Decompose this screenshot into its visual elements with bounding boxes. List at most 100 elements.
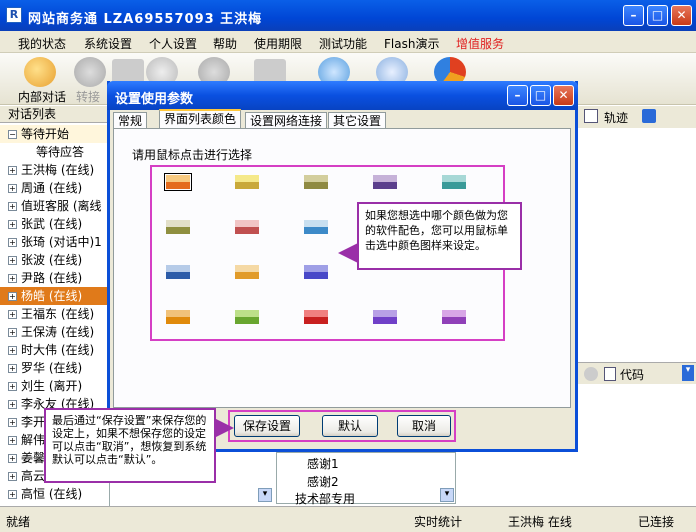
menu-my-status[interactable]: 我的状态 bbox=[18, 35, 66, 52]
expand-icon[interactable]: + bbox=[8, 382, 17, 391]
contact-row[interactable]: + 王福东 (在线) bbox=[0, 305, 110, 323]
menu-help[interactable]: 帮助 bbox=[213, 35, 237, 52]
contact-row[interactable]: + 周通 (在线) bbox=[0, 179, 110, 197]
color-swatch[interactable] bbox=[235, 175, 259, 189]
expand-icon[interactable]: + bbox=[8, 454, 17, 463]
expand-icon[interactable]: + bbox=[8, 202, 17, 211]
right-mid-panel: 代码 ▾ bbox=[578, 362, 696, 384]
color-swatch[interactable] bbox=[166, 310, 190, 324]
contact-row[interactable]: + 高恒 (在线) bbox=[0, 485, 110, 503]
code-icon[interactable] bbox=[604, 367, 616, 381]
color-swatch[interactable] bbox=[304, 265, 328, 279]
contact-row[interactable]: + 尹路 (在线) bbox=[0, 269, 110, 287]
list-item[interactable]: 感谢1 bbox=[307, 455, 339, 472]
contact-row[interactable]: + 张波 (在线) bbox=[0, 251, 110, 269]
realtime-stats-dropdown[interactable]: 实时统计 bbox=[414, 513, 462, 530]
contact-name: 王福东 (在线) bbox=[21, 307, 95, 321]
smiley-icon[interactable] bbox=[584, 367, 598, 381]
scroll-down-button[interactable]: ▾ bbox=[440, 488, 454, 502]
color-swatch[interactable] bbox=[304, 310, 328, 324]
contact-name: 值班客服 (离线 bbox=[21, 199, 102, 213]
expand-icon[interactable]: + bbox=[8, 292, 17, 301]
expand-icon[interactable]: + bbox=[8, 418, 17, 427]
expand-icon[interactable]: + bbox=[8, 346, 17, 355]
color-swatch[interactable] bbox=[235, 220, 259, 234]
menu-system-settings[interactable]: 系统设置 bbox=[84, 35, 132, 52]
track-icon[interactable] bbox=[584, 109, 598, 123]
expand-icon[interactable]: + bbox=[8, 472, 17, 481]
color-swatch[interactable] bbox=[235, 310, 259, 324]
contact-name: 张波 (在线) bbox=[21, 253, 83, 267]
maximize-button[interactable]: □ bbox=[647, 5, 668, 26]
minimize-button[interactable]: – bbox=[623, 5, 644, 26]
track-label[interactable]: 轨迹 bbox=[604, 109, 628, 126]
callout-arrow bbox=[338, 243, 358, 263]
dialog-title: 设置使用参数 bbox=[115, 92, 194, 107]
tab-list-colors[interactable]: 界面列表颜色 bbox=[159, 109, 242, 129]
contact-row[interactable]: + 罗华 (在线) bbox=[0, 359, 110, 377]
scroll-down-button[interactable]: ▾ bbox=[258, 488, 272, 502]
dropdown-icon[interactable]: ▾ bbox=[682, 365, 694, 381]
color-swatch[interactable] bbox=[164, 173, 192, 191]
color-swatch[interactable] bbox=[304, 220, 328, 234]
contact-row[interactable]: + 王保涛 (在线) bbox=[0, 323, 110, 341]
menu-test-features[interactable]: 测试功能 bbox=[319, 35, 367, 52]
expand-icon[interactable]: + bbox=[8, 328, 17, 337]
transfer-icon[interactable] bbox=[74, 57, 106, 87]
dialog-maximize-button[interactable]: □ bbox=[530, 85, 551, 106]
contact-name: 罗华 (在线) bbox=[21, 361, 83, 375]
transfer-label[interactable]: 转接 bbox=[76, 88, 100, 105]
color-swatch[interactable] bbox=[373, 310, 397, 324]
contact-row[interactable]: + 张琦 (对话中)1 bbox=[0, 233, 110, 251]
internal-chat-icon[interactable] bbox=[24, 57, 56, 87]
code-label[interactable]: 代码 bbox=[620, 366, 644, 383]
contact-name: 周通 (在线) bbox=[21, 181, 83, 195]
save-settings-button[interactable]: 保存设置 bbox=[234, 415, 300, 437]
default-button[interactable]: 默认 bbox=[322, 415, 378, 437]
color-swatch[interactable] bbox=[373, 175, 397, 189]
menu-personal-settings[interactable]: 个人设置 bbox=[149, 35, 197, 52]
expand-icon[interactable]: + bbox=[8, 256, 17, 265]
close-button[interactable]: ✕ bbox=[671, 5, 692, 26]
contact-row[interactable]: + 王洪梅 (在线) bbox=[0, 161, 110, 179]
menu-bar: 我的状态 系统设置 个人设置 帮助 使用期限 测试功能 Flash演示 增值服务 bbox=[0, 31, 696, 53]
contact-row[interactable]: + 杨皓 (在线) bbox=[0, 287, 110, 305]
expand-icon[interactable]: + bbox=[8, 184, 17, 193]
contact-row[interactable]: + 值班客服 (离线 bbox=[0, 197, 110, 215]
expand-icon[interactable]: + bbox=[8, 490, 17, 499]
dialog-minimize-button[interactable]: – bbox=[507, 85, 528, 106]
contact-row[interactable]: 等待应答 bbox=[0, 143, 110, 161]
expand-icon[interactable]: + bbox=[8, 166, 17, 175]
expand-icon[interactable]: + bbox=[8, 436, 17, 445]
dialog-close-button[interactable]: ✕ bbox=[553, 85, 574, 106]
callout-arrow bbox=[214, 418, 234, 438]
color-swatch[interactable] bbox=[166, 265, 190, 279]
expand-icon[interactable]: − bbox=[8, 130, 17, 139]
expand-icon[interactable]: + bbox=[8, 238, 17, 247]
status-bar: 就绪 实时统计 王洪梅 在线 已连接 bbox=[0, 506, 696, 532]
contact-row[interactable]: + 刘生 (离开) bbox=[0, 377, 110, 395]
save-disk-icon[interactable] bbox=[642, 109, 656, 123]
contact-row[interactable]: − 等待开始 bbox=[0, 125, 110, 143]
menu-flash-demo[interactable]: Flash演示 bbox=[384, 35, 439, 52]
expand-icon[interactable]: + bbox=[8, 220, 17, 229]
color-swatch[interactable] bbox=[304, 175, 328, 189]
expand-icon[interactable]: + bbox=[8, 364, 17, 373]
status-connection: 已连接 bbox=[638, 515, 675, 529]
contact-row[interactable]: + 时大伟 (在线) bbox=[0, 341, 110, 359]
color-swatch[interactable] bbox=[166, 220, 190, 234]
contact-row[interactable]: + 张武 (在线) bbox=[0, 215, 110, 233]
expand-icon[interactable]: + bbox=[8, 310, 17, 319]
color-swatch[interactable] bbox=[442, 310, 466, 324]
list-item[interactable]: 技术部专用 bbox=[295, 490, 355, 507]
menu-usage-period[interactable]: 使用期限 bbox=[254, 35, 302, 52]
list-item[interactable]: 感谢2 bbox=[307, 473, 339, 490]
expand-icon[interactable]: + bbox=[8, 400, 17, 409]
menu-value-added[interactable]: 增值服务 bbox=[456, 35, 504, 52]
color-swatch[interactable] bbox=[442, 175, 466, 189]
internal-chat-label[interactable]: 内部对话 bbox=[18, 88, 66, 105]
expand-icon[interactable]: + bbox=[8, 274, 17, 283]
color-tip-callout: 如果您想选中哪个颜色做为您的软件配色，您可以用鼠标单击选中颜色图样来设定。 bbox=[357, 202, 522, 270]
color-swatch[interactable] bbox=[235, 265, 259, 279]
cancel-button[interactable]: 取消 bbox=[397, 415, 451, 437]
